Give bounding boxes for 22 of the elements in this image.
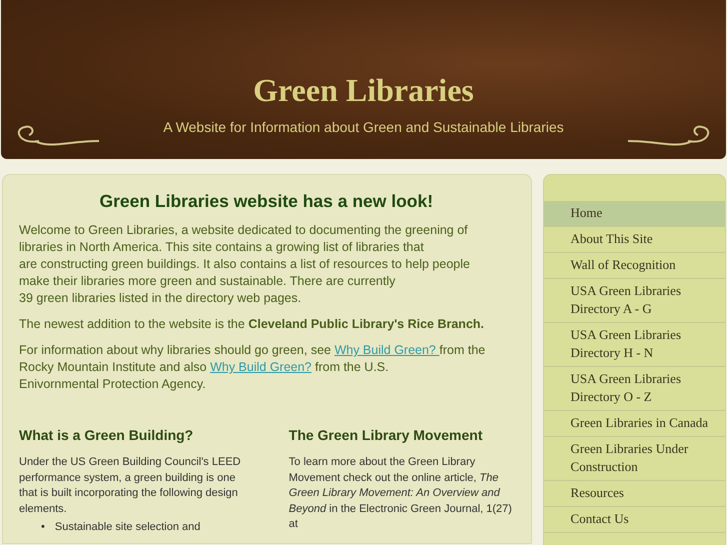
nav-item[interactable]: Green Libraries Under Construction xyxy=(544,437,725,481)
nav-item[interactable]: USA Green Libraries Directory H - N xyxy=(544,323,725,367)
newest-paragraph: The newest addition to the website is the Cleveland Public Library's Rice Branch. xyxy=(19,316,486,333)
section-paragraph: To learn more about the Green Library Movement check out the online article, The Green Library Movement: An Overview and Beyond in the Electronic Green Journal, 1(27) at xyxy=(288,455,513,532)
page-heading: Green Libraries website has a new look! xyxy=(98,191,434,212)
nav-item[interactable]: About This Site xyxy=(544,227,725,253)
nav-item[interactable]: Green Libraries in Canada xyxy=(544,411,725,437)
section-heading: The Green Library Movement xyxy=(288,427,484,443)
site-title: Green Libraries xyxy=(253,72,474,109)
nav-item[interactable]: Wall of Recognition xyxy=(544,253,725,279)
section-heading: What is a Green Building? xyxy=(19,427,194,443)
nav-item[interactable]: Contact Us xyxy=(544,507,725,533)
nav-item[interactable]: Resources xyxy=(544,481,725,507)
intro-paragraph: Welcome to Green Libraries, a website dedicated to documenting the greening of libraries in North America. This site contains a growing list of libraries that are constructing green buildings. It also contains a list of resources to help people make their libraries more green and sustainable. There are currently 39 green libraries listed in the directory web pages. xyxy=(19,222,471,307)
why-paragraph: For information about why libraries should go green, see Why Build Green? from the Rocky Mountain Institute and also Why Build Green? from the U.S. Enivornmental Protection Agency. xyxy=(19,342,486,393)
section-paragraph: Under the US Green Building Council's LEED performance system, a green building is one that is built incorporating the following design elements. xyxy=(19,455,242,516)
nav-item[interactable]: Home xyxy=(544,201,725,227)
bullet-marker: • xyxy=(41,521,45,534)
nav-item[interactable]: USA Green Libraries Directory A - G xyxy=(544,279,725,323)
site-tagline: A Website for Information about Green and Sustainable Libraries xyxy=(163,119,564,135)
nav-item[interactable]: USA Green Libraries Directory O - Z xyxy=(544,367,725,411)
bullet-item: Sustainable site selection and xyxy=(54,521,200,534)
